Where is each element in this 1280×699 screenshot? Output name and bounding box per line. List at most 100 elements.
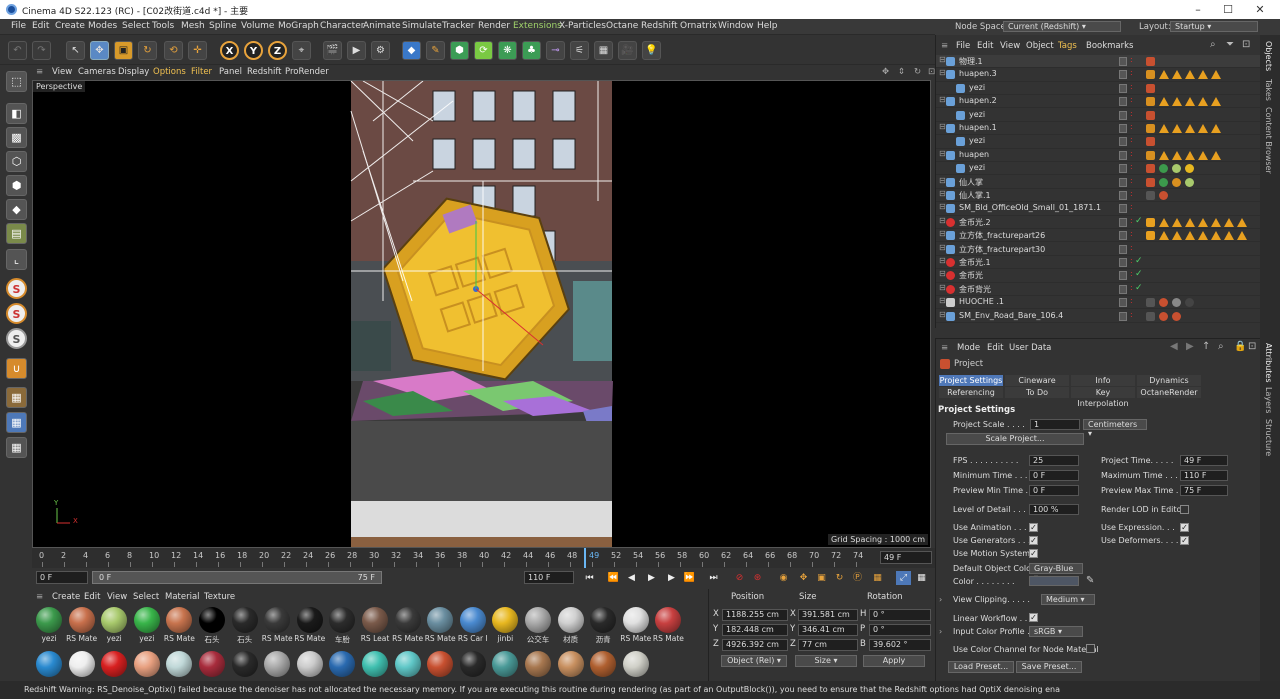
material-tag-icon[interactable]	[1159, 298, 1168, 308]
timeline-ruler[interactable]: 49 F 0 2 4 6 8 10 12 14 16 18 20 22 24 26 28 30 32 34 36 38…	[32, 548, 935, 568]
material-swatch[interactable]: RS Car I	[457, 605, 489, 649]
layer-visibility-icon[interactable]	[1119, 191, 1127, 200]
record-icon[interactable]: ⊘	[732, 571, 747, 585]
material-swatch[interactable]: 石头	[196, 605, 228, 649]
object-row[interactable]: yezi:	[936, 82, 1261, 96]
scale-tool-icon[interactable]: ▣	[114, 41, 133, 60]
material-swatch[interactable]: RS Mate	[261, 605, 293, 649]
tab-octanerender[interactable]: OctaneRender	[1137, 387, 1201, 398]
menu-edit[interactable]: Edit	[32, 21, 49, 31]
attr-menu-mode[interactable]: Mode	[957, 343, 980, 353]
material-tag-icon[interactable]	[1159, 311, 1168, 321]
menu-modes[interactable]: Modes	[88, 21, 117, 31]
object-row[interactable]: yezi:	[936, 135, 1261, 149]
phong-tag-icon[interactable]	[1185, 231, 1195, 241]
object-row[interactable]: ⊟ SM_Bld_OfficeOld_Small_01_1871.1:	[936, 202, 1261, 216]
menu-create[interactable]: Create	[55, 21, 85, 31]
viewport-menu-cameras[interactable]: Cameras	[78, 67, 116, 77]
filter-icon[interactable]: ⏷	[1226, 39, 1234, 50]
tab-referencing[interactable]: Referencing	[939, 387, 1003, 398]
field-input[interactable]: 49 F	[1180, 455, 1228, 466]
phong-tag-icon[interactable]	[1172, 217, 1182, 227]
coordinate-system-icon[interactable]: ⌖	[292, 41, 311, 60]
object-row[interactable]: ⊟ 金币光.1: ✓	[936, 256, 1261, 270]
checkbox[interactable]: ✓	[1029, 536, 1038, 545]
phong-tag-icon[interactable]	[1198, 97, 1208, 107]
layer-visibility-icon[interactable]	[1119, 217, 1127, 227]
layer-visibility-icon[interactable]	[1119, 177, 1127, 187]
expand-toggle-icon[interactable]: ⊟	[939, 202, 946, 211]
key-rotation-icon[interactable]: ↻	[832, 571, 847, 585]
menu-tracker[interactable]: Tracker	[442, 21, 474, 31]
tab-content-browser[interactable]: Content Browser	[1264, 107, 1273, 174]
material-swatch[interactable]: RS Mate	[66, 605, 98, 649]
expand-toggle-icon[interactable]: ⊟	[939, 229, 946, 238]
play-icon[interactable]: ▶	[644, 571, 659, 585]
material-swatch[interactable]: RS Leat	[359, 605, 391, 649]
attr-menu-user-data[interactable]: User Data	[1009, 343, 1051, 353]
phong-tag-icon[interactable]	[1237, 231, 1247, 241]
editor-visibility-dots-icon[interactable]: :	[1130, 229, 1133, 238]
uv-mode-icon[interactable]: ▤	[6, 223, 27, 244]
material-tag-icon[interactable]	[1146, 110, 1155, 120]
search-icon[interactable]: ⌕	[1210, 39, 1216, 50]
menu-help[interactable]: Help	[757, 21, 778, 31]
phong-tag-icon[interactable]	[1172, 231, 1182, 241]
tab-cineware[interactable]: Cineware	[1005, 375, 1069, 386]
editor-visibility-dots-icon[interactable]: :	[1130, 296, 1133, 305]
viewport-menu-panel[interactable]: Panel	[219, 67, 242, 77]
magnet-icon[interactable]: ∪	[6, 358, 27, 379]
phong-tag-icon[interactable]	[1211, 217, 1221, 227]
size-field[interactable]: 391.581 cm	[798, 609, 858, 621]
zoom-view-icon[interactable]: ⇕	[898, 67, 905, 77]
object-menu-view[interactable]: View	[1000, 41, 1020, 51]
material-tag-icon[interactable]	[1146, 231, 1155, 241]
undo-icon[interactable]: ↶	[8, 41, 27, 60]
expand-toggle-icon[interactable]: ⊟	[939, 243, 946, 252]
object-row[interactable]: ⊟ huapen.3:	[936, 68, 1261, 82]
select-cursor-icon[interactable]: ↖	[66, 41, 85, 60]
material-tag-icon[interactable]	[1159, 164, 1168, 174]
phong-tag-icon[interactable]	[1211, 124, 1221, 133]
key-param-icon[interactable]: Ⓟ	[850, 571, 865, 585]
project-scale-field[interactable]: 1	[1030, 419, 1080, 430]
layer-visibility-icon[interactable]	[1119, 83, 1127, 93]
expand-toggle-icon[interactable]: ⊟	[939, 55, 946, 64]
render-view-icon[interactable]: 🎬	[323, 41, 342, 60]
material-tag-icon[interactable]	[1172, 311, 1181, 321]
layer-visibility-icon[interactable]	[1119, 110, 1127, 120]
material-tag-icon[interactable]	[1146, 150, 1155, 160]
object-row[interactable]: ⊟ huapen.1:	[936, 122, 1261, 136]
viewport-menu-filter[interactable]: Filter	[191, 67, 212, 77]
material-swatch[interactable]: jinbi	[489, 605, 521, 649]
object-row[interactable]: ⊟ 金币光.2: ✓	[936, 216, 1261, 230]
object-row[interactable]: ⊟ 仙人掌.1:	[936, 189, 1261, 203]
material-tag-icon[interactable]	[1172, 164, 1181, 174]
material-menu-texture[interactable]: Texture	[204, 592, 235, 602]
phong-tag-icon[interactable]	[1198, 231, 1208, 241]
material-tag-icon[interactable]	[1185, 177, 1194, 187]
preview-range-slider[interactable]: 0 F 75 F	[92, 571, 382, 584]
object-row[interactable]: ⊟ 立方体_fracturepart26:	[936, 229, 1261, 243]
recent-tool-icon[interactable]: ⟲	[164, 41, 183, 60]
expand-toggle-icon[interactable]: ⊟	[939, 283, 946, 292]
keyframe-selection-icon[interactable]: ◉	[776, 571, 791, 585]
editor-visibility-dots-icon[interactable]: :	[1130, 122, 1133, 131]
texture-mode-icon[interactable]: ▩	[6, 127, 27, 148]
axis-mode-icon[interactable]: ⌞	[6, 249, 27, 270]
menu-simulate[interactable]: Simulate	[402, 21, 442, 31]
floor-icon[interactable]: ▦	[594, 41, 613, 60]
next-frame-icon[interactable]: ▶	[664, 571, 679, 585]
menu-tools[interactable]: Tools	[152, 21, 174, 31]
tab-layers[interactable]: Layers	[1264, 387, 1273, 413]
effector-icon[interactable]: ⚟	[570, 41, 589, 60]
layer-visibility-icon[interactable]	[1119, 258, 1127, 267]
position-field[interactable]: 1188.255 cm	[722, 609, 788, 621]
input-color-dropdown[interactable]: sRGB ▾	[1029, 626, 1083, 637]
object-row[interactable]: ⊟ huapen:	[936, 149, 1261, 163]
phong-tag-icon[interactable]	[1159, 150, 1169, 160]
menu-render[interactable]: Render	[478, 21, 510, 31]
make-editable-icon[interactable]: ⬚	[6, 71, 27, 92]
layer-visibility-icon[interactable]	[1119, 271, 1127, 281]
goto-start-icon[interactable]: ⏮	[582, 571, 597, 585]
